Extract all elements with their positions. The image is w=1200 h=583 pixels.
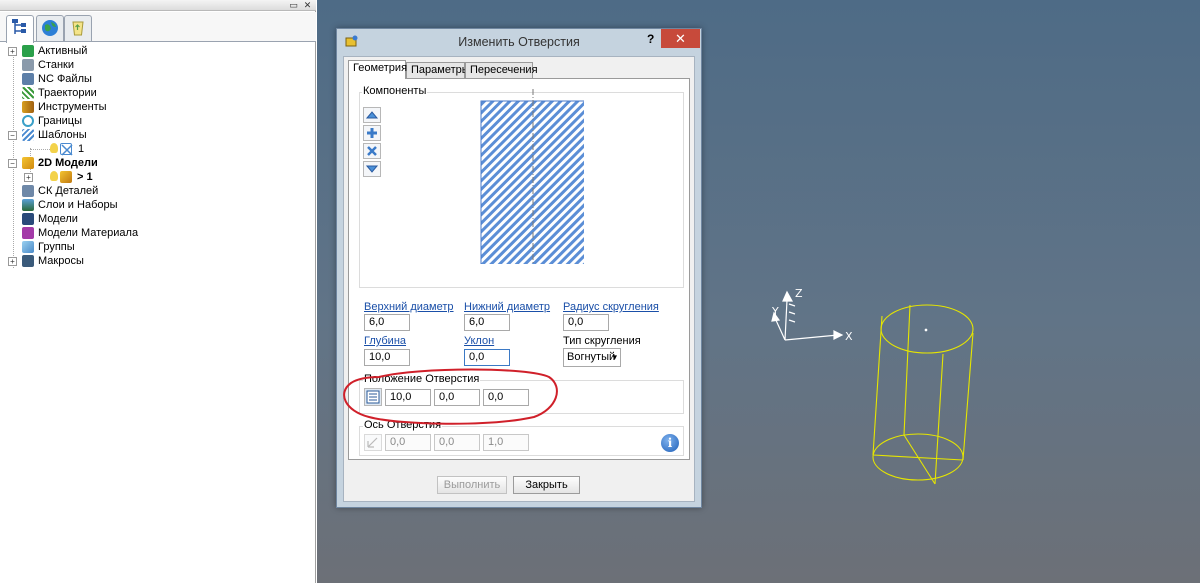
tree-item-label: СК Деталей — [38, 185, 99, 197]
tree-tab-icon[interactable] — [6, 15, 34, 43]
tree-item-label: > 1 — [77, 171, 93, 183]
explorer-tabs — [0, 12, 316, 43]
globe-tab-icon[interactable] — [36, 15, 64, 41]
taper-input[interactable]: 0,0 — [464, 349, 510, 366]
play-icon — [22, 45, 34, 57]
y-axis-label: Y — [772, 305, 779, 318]
depth-label[interactable]: Глубина — [364, 335, 406, 347]
dialog-close-button[interactable]: ✕ — [661, 29, 700, 48]
boundary-icon — [22, 115, 34, 127]
pattern-icon — [60, 143, 73, 156]
tree-item-label: Границы — [38, 115, 82, 127]
group-icon — [22, 241, 34, 253]
tree-item-label: Модели Материала — [38, 227, 139, 239]
annotation-ellipse — [343, 368, 558, 425]
help-button[interactable]: ? — [647, 29, 659, 49]
collapse-icon[interactable]: − — [8, 131, 17, 140]
machine-icon — [22, 59, 34, 71]
tab-geometry[interactable]: Геометрия — [348, 60, 407, 79]
fillet-type-value: Вогнутый — [567, 351, 616, 363]
model-icon — [22, 213, 34, 225]
depth-input[interactable]: 10,0 — [364, 349, 410, 366]
axis-x-input[interactable]: 0,0 — [385, 434, 431, 451]
2d-model-icon — [60, 171, 72, 183]
apply-button[interactable]: Выполнить — [437, 476, 507, 494]
collapse-icon[interactable]: − — [8, 159, 17, 168]
restore-icon[interactable]: ▭ — [288, 0, 299, 10]
axis-y-input[interactable]: 0,0 — [434, 434, 480, 451]
z-axis-label: Z — [795, 287, 803, 300]
fillet-radius-label[interactable]: Радиус скругления — [563, 301, 659, 313]
workplane-icon — [22, 185, 34, 197]
tree-item-label: 2D Модели — [38, 157, 98, 169]
fillet-type-select[interactable]: Вогнутый ▾ — [563, 348, 621, 367]
toolpath-icon — [22, 87, 34, 99]
tree-item-label: Группы — [38, 241, 75, 253]
hole-wireframe — [872, 304, 974, 485]
chevron-down-icon: ▾ — [612, 352, 617, 362]
move-down-button[interactable] — [363, 161, 381, 177]
dialog-client: Геометрия Параметры Пересечения Компонен… — [343, 56, 695, 502]
x-axis-label: X — [845, 330, 853, 343]
bottom-diameter-input[interactable]: 6,0 — [464, 314, 510, 331]
fillet-radius-input[interactable]: 0,0 — [563, 314, 609, 331]
2d-model-icon — [22, 157, 34, 169]
axes-triad — [771, 290, 844, 341]
tool-icon — [22, 101, 34, 113]
tab-parameters[interactable]: Параметры — [406, 62, 470, 78]
taper-label[interactable]: Уклон — [464, 335, 494, 347]
explorer-titlebar: ▭ ✕ — [0, 0, 316, 11]
expand-icon[interactable]: + — [8, 47, 17, 56]
nc-file-icon — [22, 73, 34, 85]
tree-item-label: Шаблоны — [38, 129, 87, 141]
expand-icon[interactable]: + — [24, 173, 33, 182]
bottom-diameter-label[interactable]: Нижний диаметр — [464, 301, 550, 313]
macro-icon — [22, 255, 34, 267]
close-icon[interactable]: ✕ — [302, 0, 313, 10]
tree-item-label: Траектории — [38, 87, 97, 99]
geometry-page: Компоненты Верхний диаметр Нижний диамет… — [343, 78, 690, 460]
top-diameter-input[interactable]: 6,0 — [364, 314, 410, 331]
delete-component-icon[interactable] — [363, 143, 381, 159]
top-diameter-label[interactable]: Верхний диаметр — [364, 301, 454, 313]
hole-section-preview — [480, 89, 584, 264]
expand-icon[interactable]: + — [8, 257, 17, 266]
add-component-button[interactable] — [363, 125, 381, 141]
move-up-button[interactable] — [363, 107, 381, 123]
recycle-tab-icon[interactable] — [64, 15, 92, 41]
tab-intersections[interactable]: Пересечения — [465, 62, 538, 78]
tree-item-label: Слои и Наборы — [38, 199, 118, 211]
components-label: Компоненты — [362, 85, 428, 97]
fillet-type-label: Тип скругления — [563, 335, 641, 347]
close-button[interactable]: Закрыть — [513, 476, 580, 494]
axis-editor-icon[interactable] — [364, 434, 382, 451]
tree-item-label: Станки — [38, 59, 75, 71]
edit-hole-dialog: Изменить Отверстия ? ✕ Геометрия Парамет… — [336, 28, 702, 508]
tree-item-label: Макросы — [38, 255, 84, 267]
lightbulb-icon[interactable] — [50, 171, 58, 181]
lightbulb-icon[interactable] — [50, 143, 58, 153]
tree-item-label: Активный — [38, 45, 88, 57]
axis-z-input[interactable]: 1,0 — [483, 434, 529, 451]
tree-item-label: 1 — [78, 143, 85, 155]
info-icon[interactable]: i — [661, 434, 679, 452]
pattern-icon — [22, 129, 34, 141]
stock-model-icon — [22, 227, 34, 239]
tree-item-label: Модели — [38, 213, 78, 225]
tree-item-label: NC Файлы — [38, 73, 92, 85]
levels-icon — [22, 199, 34, 211]
explorer-panel: ▭ ✕ + Активный Станки NC Файлы Траектори… — [0, 0, 316, 583]
tree-item-label: Инструменты — [38, 101, 107, 113]
